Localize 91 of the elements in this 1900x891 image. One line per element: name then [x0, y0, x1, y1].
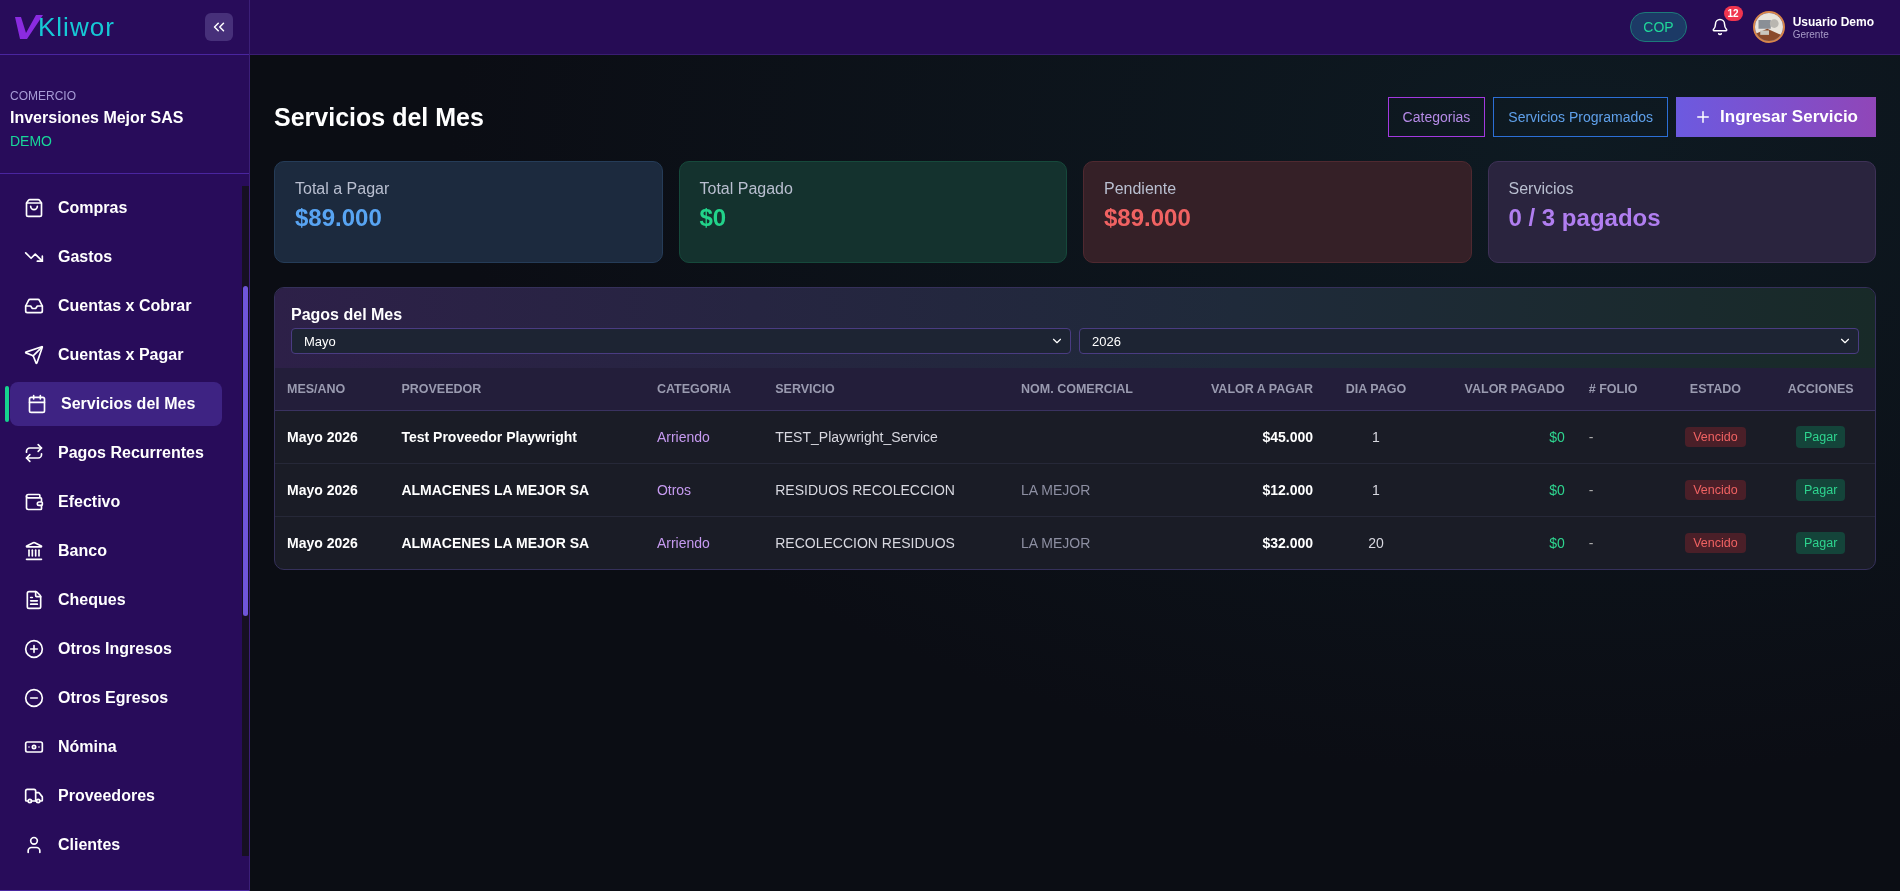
table-cell: Mayo 2026 — [275, 516, 390, 569]
column-header: PROVEEDOR — [389, 368, 645, 411]
bank-icon — [24, 541, 44, 561]
status-badge: Vencido — [1685, 427, 1746, 447]
stat-value: 0 / 3 pagados — [1508, 204, 1662, 232]
pay-button[interactable]: Pagar — [1796, 532, 1846, 554]
sidebar-item[interactable]: Efectivo — [10, 480, 222, 524]
user-name: Usuario Demo — [1792, 14, 1874, 29]
pay-button[interactable]: Pagar — [1796, 426, 1846, 448]
user-role: Gerente — [1792, 28, 1830, 40]
wallet-icon — [24, 492, 44, 512]
table-cell: Mayo 2026 — [275, 410, 390, 464]
page-title: Servicios del Mes — [274, 102, 484, 132]
scrollbar-thumb[interactable] — [243, 286, 248, 616]
table-cell: ALMACENES LA MEJOR SA — [389, 516, 645, 569]
table-cell: $0 — [1426, 410, 1577, 464]
table-cell: Test Proveedor Playwright — [389, 410, 645, 464]
year-select[interactable]: 2026 — [1079, 328, 1859, 354]
table-cell: - — [1576, 516, 1665, 569]
table-cell: RESIDUOS RECOLECCION — [763, 463, 1010, 517]
status-badge: Vencido — [1685, 533, 1746, 553]
bell-icon — [1710, 18, 1729, 36]
stat-label: Pendiente — [1104, 180, 1178, 198]
plus-circle-icon — [24, 639, 44, 659]
sidebar-item[interactable]: Banco — [10, 529, 222, 573]
send-icon — [24, 345, 44, 365]
stat-value: $0 — [699, 204, 728, 232]
table-cell: Mayo 2026 — [275, 463, 390, 517]
sidebar-item[interactable]: Cuentas x Cobrar — [10, 284, 222, 328]
table-cell: LA MEJOR — [1009, 463, 1173, 517]
table-cell: - — [1576, 463, 1665, 517]
sidebar-item[interactable]: Cheques — [10, 578, 222, 622]
add-service-button[interactable]: Ingresar Servicio — [1676, 97, 1876, 137]
table-cell: ALMACENES LA MEJOR SA — [389, 463, 645, 517]
inbox-icon — [24, 296, 44, 316]
stat-value: $89.000 — [1104, 204, 1192, 232]
stat-label: Total Pagado — [699, 180, 794, 198]
sidebar-item[interactable]: Cuentas x Pagar — [10, 333, 222, 377]
repeat-icon — [24, 443, 44, 463]
table-cell: $0 — [1426, 516, 1577, 569]
stat-value: $89.000 — [295, 204, 383, 232]
table-cell: $0 — [1426, 463, 1577, 517]
sidebar-item[interactable]: Otros Egresos — [10, 676, 222, 720]
table-cell: LA MEJOR — [1009, 516, 1173, 569]
column-header: # FOLIO — [1576, 368, 1665, 411]
bag-icon — [24, 198, 44, 218]
company-name: Inversiones Mejor SAS — [10, 109, 185, 127]
minus-circle-icon — [24, 688, 44, 708]
column-header: NOM. COMERCIAL — [1009, 368, 1173, 411]
currency-button[interactable]: COP — [1630, 12, 1687, 42]
stat-label: Servicios — [1508, 180, 1575, 198]
column-header: MES/ANO — [275, 368, 390, 411]
sidebar-item[interactable]: Pagos Recurrentes — [10, 431, 222, 475]
column-header: CATEGORIA — [644, 368, 764, 411]
table-cell: RECOLECCION RESIDUOS — [763, 516, 1010, 569]
sidebar-item[interactable]: Gastos — [10, 235, 222, 279]
sidebar-item[interactable]: Nómina — [10, 725, 222, 769]
column-header: VALOR A PAGAR — [1172, 368, 1326, 411]
column-header: ACCIONES — [1766, 368, 1875, 411]
table-cell: $32.000 — [1172, 516, 1326, 569]
company-label: COMERCIO — [10, 89, 77, 103]
truck-icon — [24, 786, 44, 806]
plan-label: DEMO — [10, 133, 53, 149]
stat-label: Total a Pagar — [295, 180, 391, 198]
sidebar-item[interactable]: Otros Ingresos — [10, 627, 222, 671]
calendar-icon — [27, 394, 47, 414]
table-cell: 1 — [1325, 463, 1427, 517]
column-header: SERVICIO — [763, 368, 1010, 411]
outline-button[interactable]: Servicios Programados — [1493, 97, 1669, 137]
kliwor-logo: Kliwor — [14, 11, 115, 43]
table-cell: TEST_Playwright_Service — [763, 410, 1010, 464]
table-cell: $45.000 — [1172, 410, 1326, 464]
column-header: VALOR PAGADO — [1426, 368, 1577, 411]
table-cell: 1 — [1325, 410, 1427, 464]
outline-button[interactable]: Categorias — [1387, 97, 1486, 137]
pay-button[interactable]: Pagar — [1796, 479, 1846, 501]
column-header: ESTADO — [1664, 368, 1767, 411]
sidebar-item[interactable]: Proveedores — [10, 774, 222, 818]
column-header: DIA PAGO — [1325, 368, 1427, 411]
notification-count: 12 — [1723, 6, 1743, 21]
table-cell: $12.000 — [1172, 463, 1326, 517]
user-icon — [24, 835, 44, 855]
section-title: Pagos del Mes — [291, 306, 404, 324]
document-icon — [24, 590, 44, 610]
sidebar-item[interactable]: Clientes — [10, 823, 222, 856]
month-select[interactable]: Mayo — [291, 328, 1071, 354]
collapse-sidebar-button[interactable] — [205, 13, 233, 41]
sidebar-item[interactable]: Compras — [10, 186, 222, 230]
table-cell: - — [1576, 410, 1665, 464]
status-badge: Vencido — [1685, 480, 1746, 500]
table-cell: 20 — [1325, 516, 1427, 569]
